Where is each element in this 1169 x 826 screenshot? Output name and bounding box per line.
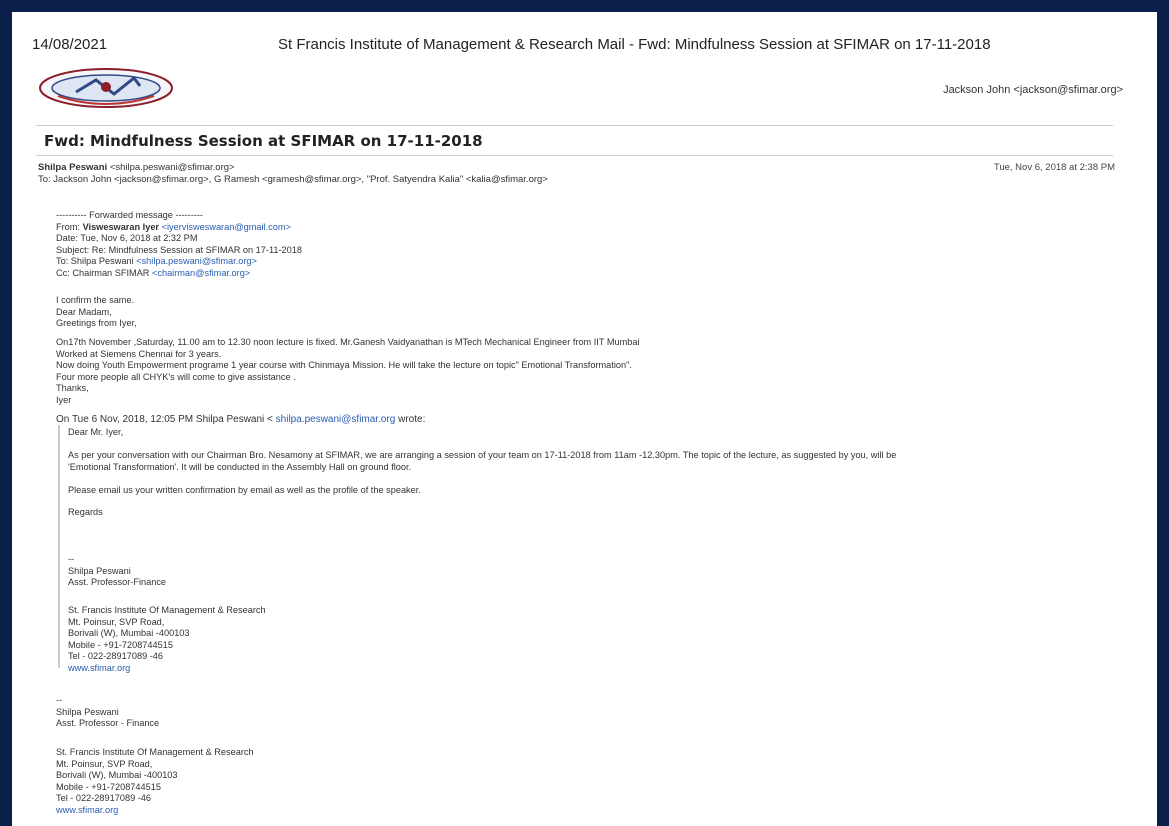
fwd-cc-email-link[interactable]: <chairman@sfimar.org>: [152, 268, 250, 278]
website-link[interactable]: www.sfimar.org: [56, 805, 254, 817]
quote-intro: On Tue 6 Nov, 2018, 12:05 PM Shilpa Pesw…: [56, 414, 273, 425]
address: St. Francis Institute Of Management & Re…: [56, 747, 254, 816]
fwd-from-email-link[interactable]: <iyervisweswaran@gmail.com>: [162, 222, 291, 232]
print-title: St Francis Institute of Management & Res…: [278, 36, 991, 53]
body-line: I confirm the same.: [56, 295, 135, 305]
address-line: Mobile - +91-7208744515: [56, 781, 161, 792]
recipients: To: Jackson John <jackson@sfimar.org>, G…: [38, 174, 548, 185]
quote-email-link[interactable]: shilpa.peswani@sfimar.org: [276, 414, 396, 425]
body-line: As per your conversation with our Chairm…: [68, 450, 897, 460]
forward-marker: ---------- Forwarded message ---------: [56, 210, 203, 220]
signature-name: Shilpa Peswani: [68, 565, 131, 576]
signature-role: Asst. Professor - Finance: [56, 718, 160, 728]
address-line: Mobile - +91-7208744515: [68, 639, 173, 650]
print-date: 14/08/2021: [32, 36, 108, 53]
quoted-greeting: Dear Mr. Iyer,: [68, 427, 124, 437]
signature-name: Shilpa Peswani: [56, 706, 119, 717]
body-line: Four more people all CHYK's will come to…: [56, 371, 296, 382]
signature-dashes: --: [68, 554, 75, 564]
fwd-cc-label: Cc: Chairman SFIMAR: [56, 267, 150, 278]
quoted-paragraph: As per your conversation with our Chairm…: [68, 450, 896, 473]
fwd-from-label: From:: [56, 221, 80, 232]
quoted-address: St. Francis Institute Of Management & Re…: [68, 605, 266, 674]
account-label: Jackson John <jackson@sfimar.org>: [943, 84, 1123, 96]
address-line: St. Francis Institute Of Management & Re…: [56, 747, 254, 757]
quoted-regards: Regards: [68, 507, 103, 517]
address-line: Mt. Poinsur, SVP Road,: [56, 758, 153, 769]
divider: [36, 155, 1113, 156]
signature-role: Asst. Professor-Finance: [68, 577, 167, 587]
address-line: St. Francis Institute Of Management & Re…: [68, 605, 266, 615]
address-line: Borivali (W), Mumbai -400103: [68, 628, 190, 638]
website-link[interactable]: www.sfimar.org: [68, 663, 266, 675]
body-line: Thanks,: [56, 383, 89, 393]
fwd-date: Date: Tue, Nov 6, 2018 at 2:32 PM: [56, 233, 198, 243]
body-line: 'Emotional Transformation'. It will be c…: [68, 461, 412, 472]
address-line: Mt. Poinsur, SVP Road,: [68, 616, 165, 627]
sender-block: Shilpa Peswani <shilpa.peswani@sfimar.or…: [38, 162, 548, 186]
body-line: Dear Madam,: [56, 306, 112, 317]
fwd-to-label: To: Shilpa Peswani: [56, 256, 134, 266]
sender-email: <shilpa.peswani@sfimar.org>: [109, 162, 235, 173]
body-line: Greetings from Iyer,: [56, 318, 137, 328]
quoted-signature: -- Shilpa Peswani Asst. Professor-Financ…: [68, 554, 166, 589]
body-line: Iyer: [56, 394, 72, 405]
quote-wrote: wrote:: [398, 414, 426, 425]
email-print-page: 14/08/2021 St Francis Institute of Manag…: [12, 12, 1157, 826]
reply-body: I confirm the same. Dear Madam, Greeting…: [56, 295, 137, 330]
account-name: Jackson John: [943, 84, 1011, 96]
address-line: Tel - 022-28917089 -46: [56, 793, 152, 803]
print-header: 14/08/2021 St Francis Institute of Manag…: [32, 36, 1137, 60]
fwd-to-email-link[interactable]: <shilpa.peswani@sfimar.org>: [136, 256, 257, 266]
divider: [36, 125, 1113, 126]
fwd-from-name: Visweswaran Iyer: [82, 221, 160, 232]
body-line: Worked at Siemens Chennai for 3 years.: [56, 348, 222, 359]
account-email: <jackson@sfimar.org>: [1013, 84, 1123, 96]
address-line: Tel - 022-28917089 -46: [68, 651, 164, 661]
sender-name: Shilpa Peswani: [38, 162, 108, 173]
quote-bar: [58, 425, 60, 668]
signature: -- Shilpa Peswani Asst. Professor - Fina…: [56, 695, 159, 730]
quote-attribution: On Tue 6 Nov, 2018, 12:05 PM Shilpa Pesw…: [56, 414, 425, 426]
signature-dashes: --: [56, 695, 63, 705]
fwd-subject: Subject: Re: Mindfulness Session at SFIM…: [56, 244, 302, 255]
body-line: On17th November ,Saturday, 11.00 am to 1…: [56, 337, 640, 347]
body-line: Now doing Youth Empowerment programe 1 y…: [56, 360, 632, 370]
email-subject: Fwd: Mindfulness Session at SFIMAR on 17…: [44, 132, 483, 150]
quoted-request: Please email us your written confirmatio…: [68, 485, 421, 495]
address-line: Borivali (W), Mumbai -400103: [56, 770, 178, 780]
sfimar-logo: [39, 68, 173, 108]
forwarded-header: ---------- Forwarded message --------- F…: [56, 210, 302, 279]
reply-details: On17th November ,Saturday, 11.00 am to 1…: [56, 337, 640, 406]
email-timestamp: Tue, Nov 6, 2018 at 2:38 PM: [993, 162, 1115, 173]
